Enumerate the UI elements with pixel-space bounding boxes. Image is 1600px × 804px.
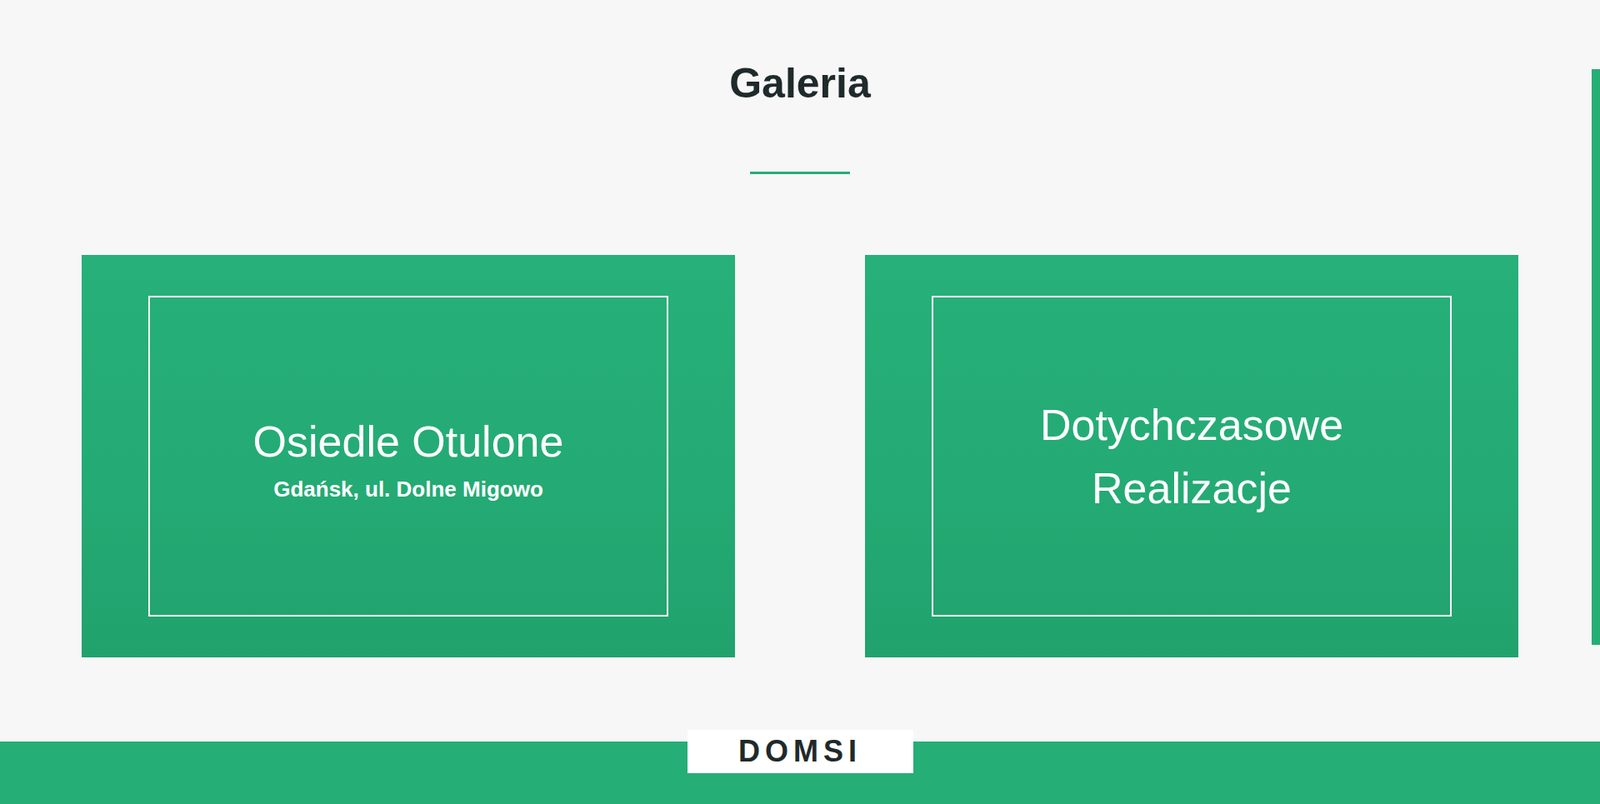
card-subtitle: Gdańsk, ul. Dolne Migowo xyxy=(273,476,544,503)
card-frame: Osiedle OtuloneGdańsk, ul. Dolne Migowo xyxy=(148,295,669,617)
card-title: Dotychczasowe Realizacje xyxy=(975,393,1409,520)
logo[interactable]: DOMSI xyxy=(687,730,914,774)
card-title: Osiedle Otulone xyxy=(253,410,565,474)
page-title: Galeria xyxy=(729,58,871,109)
side-bar xyxy=(1591,69,1600,645)
card-list: Osiedle OtuloneGdańsk, ul. Dolne Migowo D… xyxy=(81,255,1519,658)
title-divider xyxy=(750,171,850,175)
gallery-card[interactable]: Osiedle OtuloneGdańsk, ul. Dolne Migowo xyxy=(81,255,735,658)
gallery-section: Galeria Osiedle OtuloneGdańsk, ul. Dolne … xyxy=(0,0,1600,742)
card-frame: Dotychczasowe Realizacje xyxy=(931,295,1452,617)
gallery-card[interactable]: Dotychczasowe Realizacje xyxy=(865,255,1519,658)
footer: DOMSI xyxy=(0,741,1600,804)
